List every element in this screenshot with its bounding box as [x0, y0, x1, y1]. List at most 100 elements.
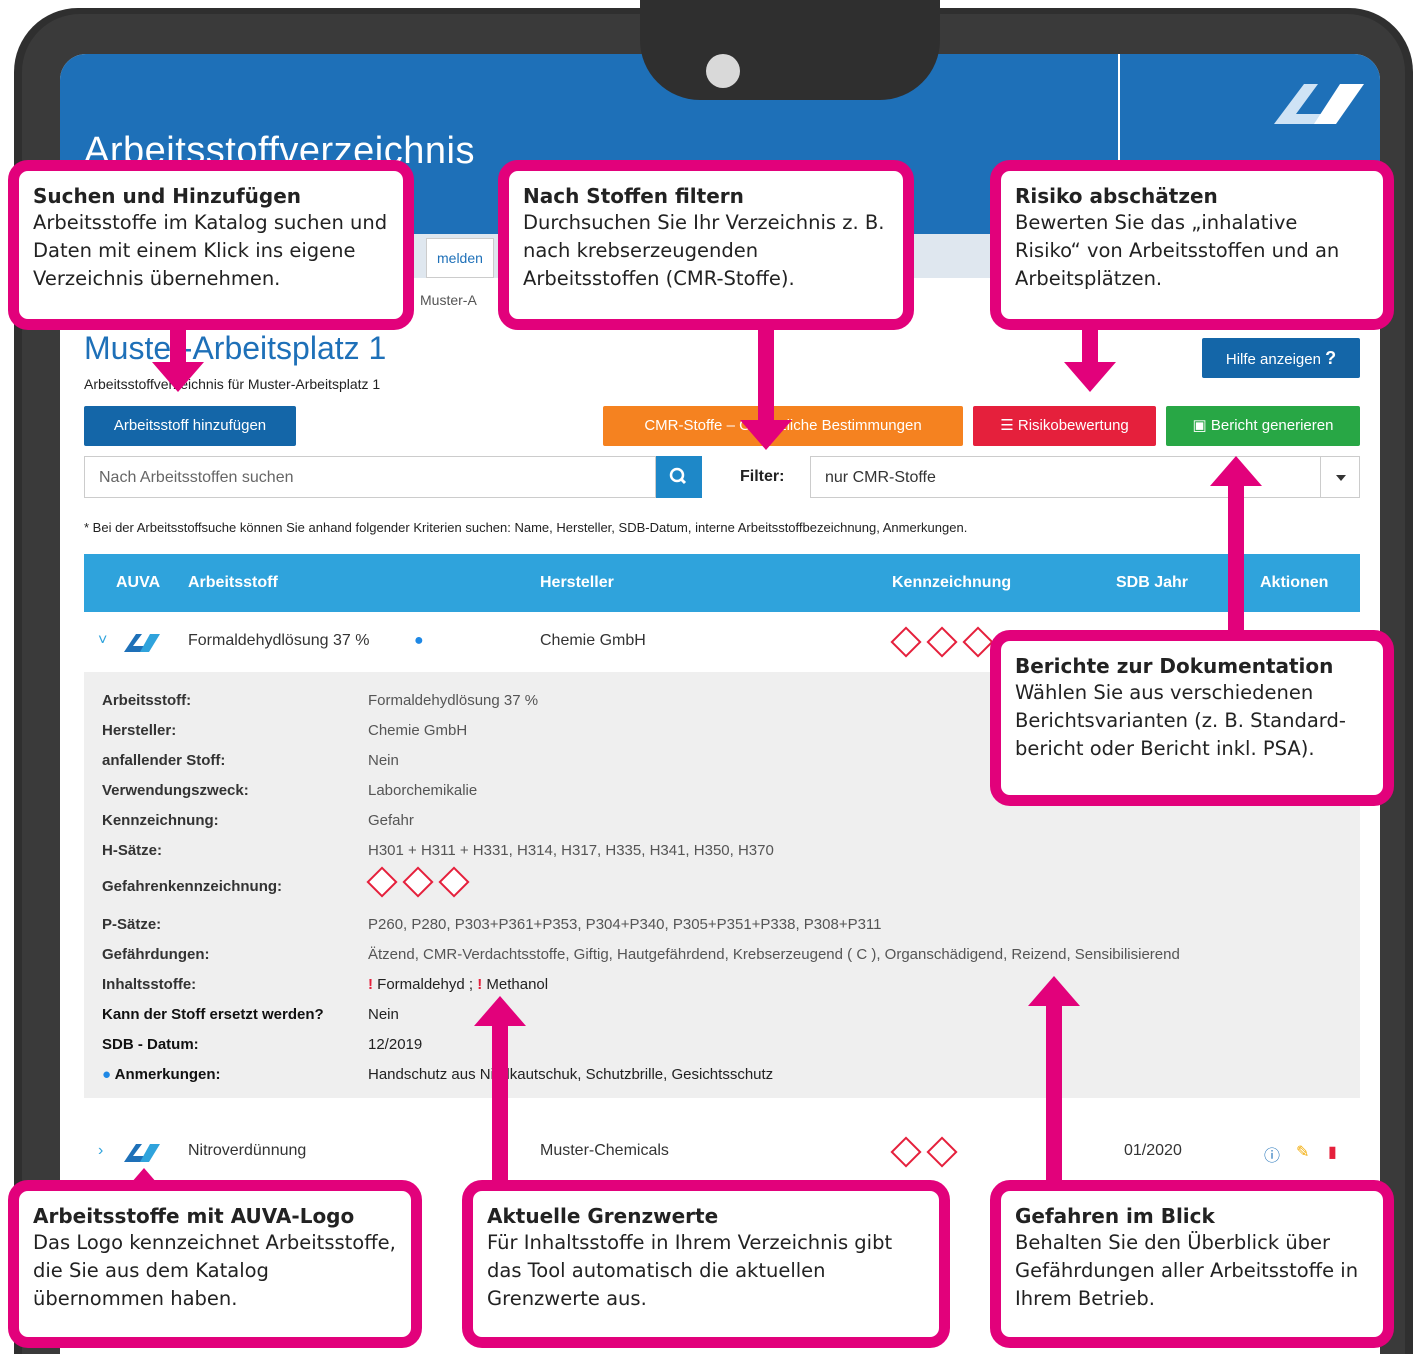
tab-melden[interactable]: melden	[426, 238, 494, 278]
detail-label: Inhaltsstoffe:	[102, 976, 197, 993]
callout-body: Für Inhaltsstoffe in Ihrem Verzeichnis g…	[487, 1231, 893, 1310]
page-title: Muster-Arbeitsplatz 1	[84, 330, 387, 366]
comment-icon: ●	[102, 1066, 115, 1083]
detail-value: Formaldehydlösung 37 %	[368, 692, 539, 709]
detail-label: SDB - Datum:	[102, 1036, 199, 1053]
generate-report-button[interactable]: ▣ Bericht generieren	[1166, 406, 1360, 446]
detail-value: Ätzend, CMR-Verdachtsstoffe, Giftig, Hau…	[368, 946, 1180, 963]
list-icon: ☰	[1000, 417, 1018, 434]
callout-body: Arbeitsstoffe im Katalog suchen und Date…	[33, 211, 388, 290]
callout-body: Bewerten Sie das „inhalative Risiko“ von…	[1015, 211, 1340, 290]
filter-label: Filter:	[740, 468, 785, 485]
substance-name[interactable]: Formaldehydlösung 37 %	[188, 632, 369, 650]
callout-hazards: Gefahren im Blick Behalten Sie den Überb…	[990, 1180, 1394, 1348]
pdf-icon: ▣	[1192, 417, 1211, 434]
chevron-down-icon[interactable]	[1320, 456, 1361, 498]
question-icon: ?	[1325, 348, 1337, 368]
callout-body: Durchsuchen Sie Ihr Verzeichnis z. B. na…	[523, 211, 885, 290]
arrow-head	[152, 362, 204, 392]
col-actions: Aktionen	[1260, 574, 1329, 591]
camera-icon	[706, 54, 740, 88]
detail-label: Arbeitsstoff:	[102, 692, 192, 709]
ingredient-link[interactable]: Methanol	[486, 976, 548, 993]
arrow-shaft	[492, 1024, 508, 1186]
delete-icon[interactable]: ▮	[1328, 1142, 1337, 1162]
chevron-right-icon[interactable]: ›	[98, 1142, 103, 1160]
callout-title: Nach Stoffen filtern	[523, 184, 744, 208]
manufacturer-name: Chemie GmbH	[540, 632, 646, 649]
ingredient-link[interactable]: Formaldehyd ;	[377, 976, 473, 993]
auva-logo-icon	[124, 1144, 160, 1162]
col-marking[interactable]: Kennzeichnung	[892, 574, 1011, 592]
ghs-hazard-pictograms	[890, 1136, 958, 1168]
arrow-head	[1064, 362, 1116, 392]
callout-title: Risiko abschätzen	[1015, 184, 1218, 208]
breadcrumb[interactable]: Muster-A	[420, 292, 477, 308]
callout-title: Suchen und Hinzufügen	[33, 184, 302, 208]
col-substance[interactable]: Arbeitsstoff	[188, 574, 278, 592]
ingredients: ! Formaldehyd ; ! Methanol	[368, 976, 548, 993]
callout-filter: Nach Stoffen filtern Durchsuchen Sie Ihr…	[498, 160, 914, 330]
detail-label: H-Sätze:	[102, 842, 163, 859]
remarks-label: Anmerkungen:	[114, 1066, 221, 1083]
sdb-year: 01/2020	[1124, 1142, 1182, 1159]
detail-label: Hersteller:	[102, 722, 177, 739]
auva-logo-icon	[124, 634, 160, 652]
arrow-shaft	[758, 318, 774, 422]
manufacturer-name: Muster-Chemicals	[540, 1142, 669, 1159]
detail-value: Laborchemikalie	[368, 782, 478, 799]
warning-icon: !	[477, 976, 483, 993]
arrow-shaft	[1046, 1004, 1062, 1186]
callout-title: Arbeitsstoffe mit AUVA-Logo	[33, 1204, 355, 1228]
detail-value: Chemie GmbH	[368, 722, 468, 739]
col-sdb-year[interactable]: SDB Jahr	[1116, 574, 1188, 592]
report-button-label: Bericht generieren	[1210, 417, 1334, 434]
detail-value: H301 + H311 + H331, H314, H317, H335, H3…	[368, 842, 774, 859]
ghs-hazard-pictograms	[366, 866, 470, 898]
callout-body: Wählen Sie aus verschiedenen Berichtsvar…	[1015, 681, 1346, 760]
arrow-head	[1210, 456, 1262, 486]
warning-icon: !	[368, 976, 373, 993]
col-auva[interactable]: AUVA	[116, 574, 160, 592]
callout-reports: Berichte zur Dokumentation Wählen Sie au…	[990, 630, 1394, 806]
callout-body: Behalten Sie den Überblick über Gefährdu…	[1015, 1231, 1359, 1310]
search-input[interactable]: Nach Arbeitsstoffen suchen	[84, 456, 656, 498]
search-note: * Bei der Arbeitsstoffsuche können Sie a…	[84, 520, 968, 535]
detail-value: Nein	[368, 752, 399, 769]
col-manufacturer[interactable]: Hersteller	[540, 574, 614, 592]
callout-search: Suchen und Hinzufügen Arbeitsstoffe im K…	[8, 160, 414, 330]
detail-label: Verwendungszweck:	[102, 782, 249, 799]
detail-label: Gefahrenkennzeichnung:	[102, 878, 283, 895]
arrow-shaft	[1228, 484, 1244, 634]
auva-logo-icon	[1274, 84, 1364, 124]
add-substance-button[interactable]: Arbeitsstoff hinzufügen	[84, 406, 296, 446]
table-row[interactable]: › Nitroverdünnung Muster-Chemicals 01/20…	[84, 1124, 1360, 1180]
callout-title: Berichte zur Dokumentation	[1015, 654, 1334, 678]
arrow-head	[474, 996, 526, 1026]
risk-assessment-button[interactable]: ☰ Risikobewertung	[973, 406, 1156, 446]
detail-value: P260, P280, P303+P361+P353, P304+P340, P…	[368, 916, 882, 933]
detail-label: Kennzeichnung:	[102, 812, 219, 829]
detail-label-remarks: ● Anmerkungen:	[102, 1066, 221, 1083]
filter-select[interactable]: nur CMR-Stoffe	[810, 456, 1360, 498]
ghs-hazard-pictograms	[890, 626, 994, 658]
help-button-label: Hilfe anzeigen	[1225, 351, 1321, 368]
detail-value: 12/2019	[368, 1036, 423, 1053]
callout-risk: Risiko abschätzen Bewerten Sie das „inha…	[990, 160, 1394, 330]
help-button[interactable]: Hilfe anzeigen ?	[1202, 338, 1360, 378]
comment-icon: ●	[414, 632, 424, 649]
callout-title: Gefahren im Blick	[1015, 1204, 1215, 1228]
detail-value: Gefahr	[368, 812, 414, 829]
chevron-down-icon[interactable]: ˅	[98, 632, 107, 650]
substance-name[interactable]: Nitroverdünnung	[188, 1142, 306, 1160]
table-header: AUVA Arbeitsstoff Hersteller Kennzeichnu…	[84, 554, 1360, 612]
edit-icon[interactable]: ✎	[1296, 1142, 1309, 1162]
detail-label: P-Sätze:	[102, 916, 162, 933]
search-button[interactable]	[656, 456, 702, 498]
detail-label: Gefährdungen:	[102, 946, 210, 963]
detail-label: Kann der Stoff ersetzt werden?	[102, 1006, 324, 1023]
page-subtitle: Arbeitsstoffverzeichnis für Muster-Arbei…	[84, 376, 381, 392]
detail-value: Nein	[368, 1006, 399, 1023]
callout-body: Das Logo kennzeichnet Arbeits­stoffe, di…	[33, 1231, 396, 1310]
info-icon[interactable]: ⓘ	[1264, 1142, 1280, 1166]
